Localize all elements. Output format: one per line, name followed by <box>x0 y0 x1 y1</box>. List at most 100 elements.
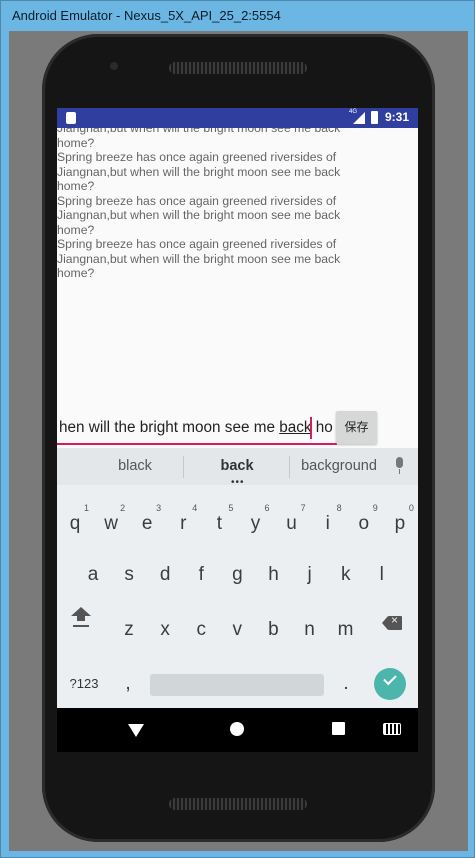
key-label: h <box>268 564 279 585</box>
suggestion-divider <box>183 456 184 478</box>
key-label: n <box>304 619 315 640</box>
key-w[interactable]: 2w <box>93 500 129 548</box>
symbols-key[interactable]: ?123 <box>63 664 105 704</box>
key-q[interactable]: 1q <box>57 500 93 548</box>
key-label: r <box>180 513 187 534</box>
key-hint: 4 <box>192 503 198 513</box>
battery-icon <box>371 111 378 124</box>
suggestion-right[interactable]: background <box>295 458 383 474</box>
text-input[interactable]: hen will the bright moon see me back ho <box>57 415 337 445</box>
notification-icon <box>66 112 76 124</box>
key-m[interactable]: m <box>328 606 364 654</box>
key-e[interactable]: 3e <box>129 500 165 548</box>
key-label: g <box>232 564 243 585</box>
check-icon <box>383 671 397 686</box>
key-label: l <box>379 564 384 585</box>
comma-key[interactable]: , <box>113 664 143 704</box>
key-label: j <box>307 564 312 585</box>
scroll-content[interactable]: Jiangnan,but when will the bright moon s… <box>57 128 418 308</box>
mic-icon[interactable] <box>394 457 404 475</box>
key-a[interactable]: a <box>75 551 111 599</box>
input-text: hen will the bright moon see me back ho <box>59 419 333 437</box>
key-s[interactable]: s <box>111 551 147 599</box>
suggestion-strip: black back ••• background <box>57 448 418 488</box>
status-bar: 4G 9:31 <box>57 108 418 128</box>
key-label: x <box>160 619 170 640</box>
suggestion-center[interactable]: back <box>199 458 275 474</box>
input-text-before: hen will the bright moon see me <box>59 419 280 436</box>
key-x[interactable]: x <box>147 606 183 654</box>
period-key[interactable]: . <box>331 664 361 704</box>
key-label: w <box>104 513 118 534</box>
key-l[interactable]: l <box>364 551 400 599</box>
key-hint: 9 <box>372 503 378 513</box>
key-label: s <box>124 564 134 585</box>
space-key[interactable] <box>150 674 324 696</box>
key-hint: 7 <box>300 503 306 513</box>
window-title: Android Emulator - Nexus_5X_API_25_2:555… <box>1 1 474 31</box>
key-j[interactable]: j <box>292 551 328 599</box>
key-p[interactable]: 0p <box>382 500 418 548</box>
suggestion-left[interactable]: black <box>97 458 173 474</box>
key-hint: 3 <box>156 503 162 513</box>
bottom-speaker <box>169 798 307 810</box>
key-hint: 0 <box>408 503 414 513</box>
key-g[interactable]: g <box>219 551 255 599</box>
key-hint: 8 <box>336 503 342 513</box>
input-text-after: ho <box>311 419 333 436</box>
signal-icon <box>353 112 365 124</box>
navigation-bar <box>57 708 418 752</box>
key-label: t <box>216 513 223 534</box>
key-label: b <box>268 619 279 640</box>
key-label: u <box>286 513 297 534</box>
key-h[interactable]: h <box>256 551 292 599</box>
key-label: d <box>159 564 171 585</box>
key-o[interactable]: 9o <box>346 500 382 548</box>
key-label: f <box>198 564 204 585</box>
key-i[interactable]: 8i <box>310 500 346 548</box>
key-c[interactable]: c <box>183 606 219 654</box>
key-d[interactable]: d <box>147 551 183 599</box>
recents-icon[interactable] <box>332 722 345 735</box>
soft-keyboard: black back ••• background 1q2w3e4r5t6y7u… <box>57 448 418 708</box>
key-u[interactable]: 7u <box>274 500 310 548</box>
keyboard-switch-icon[interactable] <box>383 723 401 735</box>
home-icon[interactable] <box>230 722 244 736</box>
enter-key[interactable] <box>374 668 406 700</box>
device-screen: 4G 9:31 Jiangnan,but when will the brigh… <box>57 108 418 752</box>
key-label: z <box>124 619 134 640</box>
key-label: e <box>141 513 153 534</box>
input-composing-word: back <box>279 419 312 436</box>
key-label: c <box>196 619 206 640</box>
key-hint: 2 <box>120 503 126 513</box>
save-button[interactable]: 保存 <box>336 411 377 444</box>
key-label: q <box>69 513 81 534</box>
key-label: y <box>250 513 261 534</box>
backspace-icon[interactable]: × <box>382 613 402 630</box>
key-hint: 5 <box>228 503 234 513</box>
key-f[interactable]: f <box>183 551 219 599</box>
poem-text: Jiangnan,but when will the bright moon s… <box>57 128 341 280</box>
key-label: i <box>325 513 330 534</box>
key-y[interactable]: 6y <box>238 500 274 548</box>
key-hint: 1 <box>83 503 89 513</box>
key-r[interactable]: 4r <box>165 500 201 548</box>
text-cursor <box>310 417 312 439</box>
key-t[interactable]: 5t <box>201 500 237 548</box>
status-time: 9:31 <box>385 110 410 124</box>
key-k[interactable]: k <box>328 551 364 599</box>
key-v[interactable]: v <box>219 606 255 654</box>
key-label: m <box>337 619 354 640</box>
key-label: p <box>394 513 406 534</box>
key-n[interactable]: n <box>292 606 328 654</box>
key-b[interactable]: b <box>255 606 291 654</box>
key-label: o <box>358 513 370 534</box>
key-label: v <box>232 619 243 640</box>
key-z[interactable]: z <box>111 606 147 654</box>
top-speaker <box>169 62 307 74</box>
key-label: a <box>87 564 99 585</box>
suggestion-more-dots: ••• <box>231 477 245 488</box>
key-hint: 6 <box>264 503 270 513</box>
back-icon[interactable] <box>128 724 144 737</box>
shift-icon[interactable] <box>71 607 91 633</box>
